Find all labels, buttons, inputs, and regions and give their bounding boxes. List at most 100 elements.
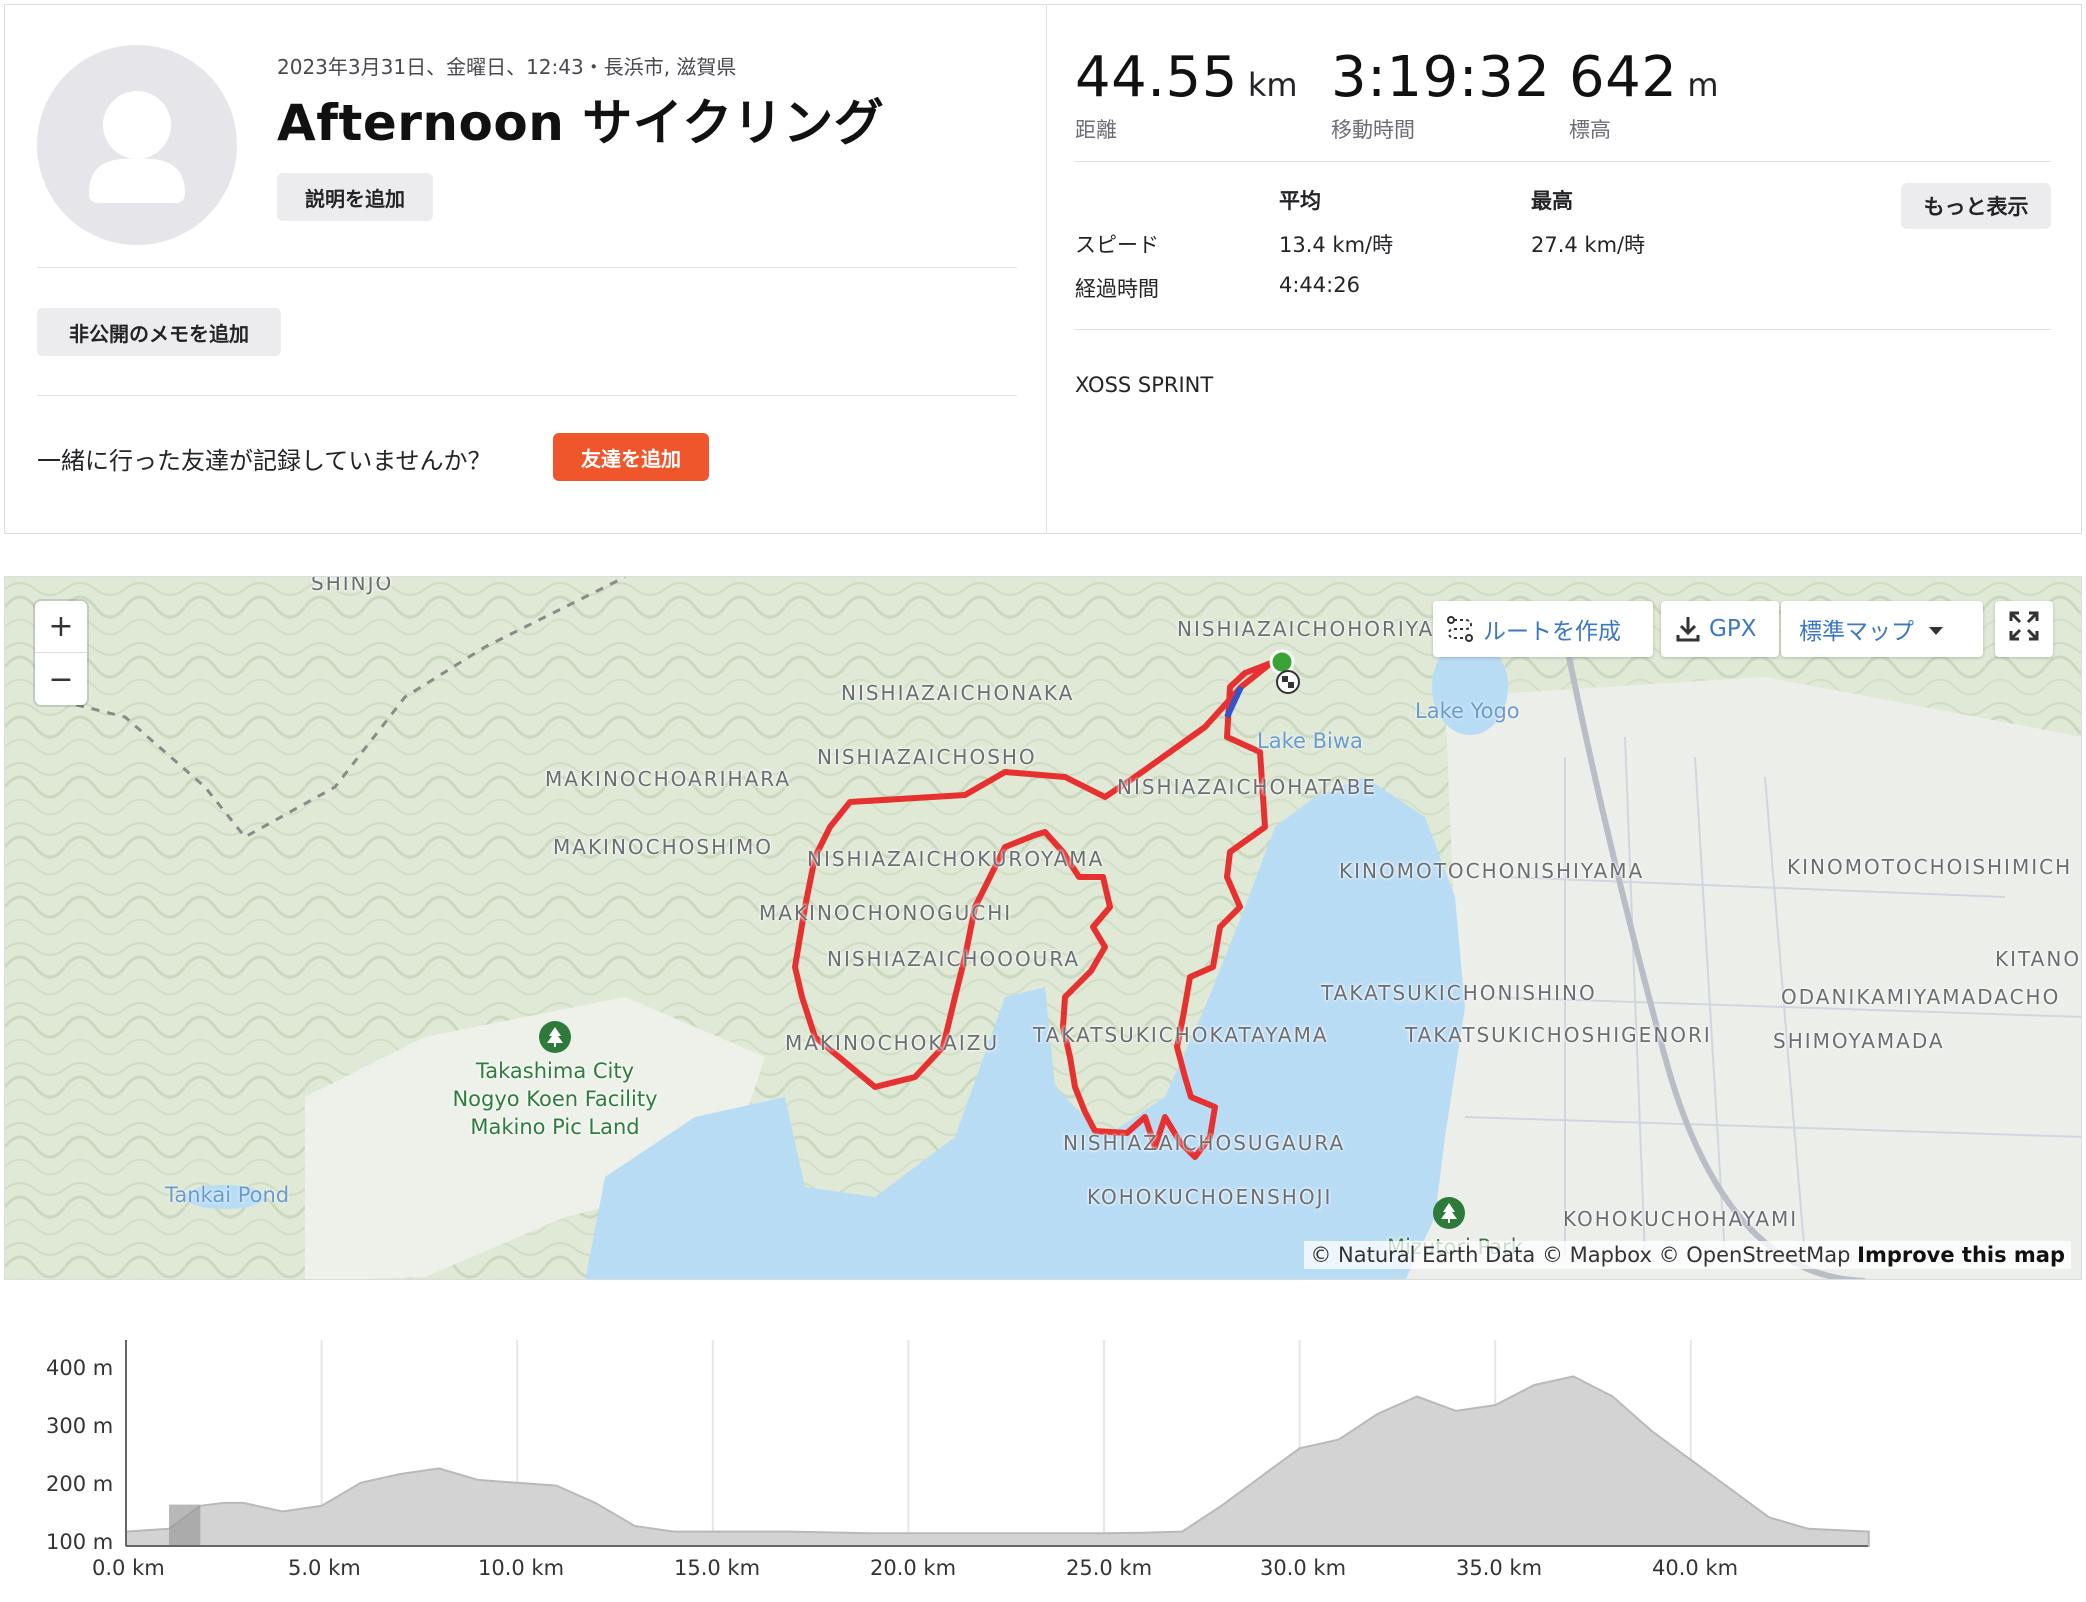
map-label: NISHIAZAICHOSHO xyxy=(817,745,1037,769)
map-attribution: © Natural Earth Data © Mapbox © OpenStre… xyxy=(1304,1241,2071,1269)
map-label: NISHIAZAICHONAKA xyxy=(841,681,1075,705)
tree-icon xyxy=(1433,1197,1465,1229)
map-label: TAKATSUKICHOSHIGENORI xyxy=(1405,1023,1712,1047)
zoom-out-button[interactable]: − xyxy=(35,653,87,705)
moving-time-label: 移動時間 xyxy=(1331,118,1415,142)
elevation-stat: 642 m 標高 xyxy=(1569,45,1719,144)
map-label: SHINJO xyxy=(311,576,394,595)
map-label: MAKINOCHOARIHARA xyxy=(545,767,792,791)
elevation-value: 642 xyxy=(1569,45,1678,110)
x-tick-label: 25.0 km xyxy=(1066,1556,1153,1580)
x-tick-label: 20.0 km xyxy=(870,1556,957,1580)
map-label: NISHIAZAICHOKUROYAMA xyxy=(807,847,1105,871)
user-silhouette-icon xyxy=(89,91,185,203)
map-label: NISHIAZAICHOHATABE xyxy=(1117,775,1378,799)
speed-max: 27.4 km/時 xyxy=(1531,233,1646,257)
elevation-unit: m xyxy=(1687,66,1719,104)
create-route-label: ルートを作成 xyxy=(1483,619,1621,645)
show-more-button[interactable]: もっと表示 xyxy=(1901,183,2051,229)
park-label-makino: Takashima City Nogyo Koen Facility Makin… xyxy=(445,1057,665,1141)
gpx-download-button[interactable]: GPX xyxy=(1661,601,1779,657)
x-tick-label: 40.0 km xyxy=(1652,1556,1739,1580)
elevation-area xyxy=(125,1375,1870,1547)
moving-time-value: 3:19:32 xyxy=(1331,45,1551,110)
device-name: XOSS SPRINT xyxy=(1075,373,1214,397)
map-label: MAKINOCHONOGUCHI xyxy=(759,901,1013,925)
divider xyxy=(1075,329,2051,330)
download-icon xyxy=(1675,615,1701,643)
zoom-in-button[interactable]: + xyxy=(35,601,87,653)
x-tick-label: 35.0 km xyxy=(1456,1556,1543,1580)
add-description-button[interactable]: 説明を追加 xyxy=(277,173,433,221)
caret-down-icon xyxy=(1928,616,1944,642)
map-label: NISHIAZAICHOOOURA xyxy=(827,947,1081,971)
water-label: Tankai Pond xyxy=(165,1183,290,1207)
stats-panel: 44.55 km 距離 3:19:32 移動時間 642 m 標高 平均 最高 スピ… xyxy=(1047,5,2081,533)
route-icon xyxy=(1445,614,1475,644)
map-label: KOHOKUCHOENSHOJI xyxy=(1087,1185,1333,1209)
map-type-select[interactable]: 標準マップ xyxy=(1781,601,1983,657)
y-tick-label: 400 m xyxy=(46,1356,114,1380)
tree-icon xyxy=(539,1021,571,1053)
water-label: Lake Biwa xyxy=(1257,729,1363,753)
create-route-button[interactable]: ルートを作成 xyxy=(1433,601,1653,657)
y-tick-label: 300 m xyxy=(46,1414,114,1438)
avatar[interactable] xyxy=(37,45,237,245)
map-label: TAKATSUKICHONISHINO xyxy=(1321,981,1597,1005)
map-label: ODANIKAMIYAMADACHO xyxy=(1781,985,2061,1009)
map-label: MAKINOCHOKAIZU xyxy=(785,1031,1000,1055)
speed-average: 13.4 km/時 xyxy=(1279,233,1394,257)
add-friends-button[interactable]: 友達を追加 xyxy=(553,433,709,481)
map-label: NISHIAZAICHOSUGAURA xyxy=(1063,1131,1346,1155)
fullscreen-icon xyxy=(2008,610,2040,648)
activity-meta: 2023年3月31日、金曜日、12:43・長浜市, 滋賀県 xyxy=(277,55,737,79)
water-label: Lake Yogo xyxy=(1415,699,1520,723)
map-label: KOHOKUCHOHAYAMI xyxy=(1563,1207,1799,1231)
distance-value: 44.55 xyxy=(1075,45,1238,110)
map-label: KINOMOTOCHONISHIYAMA xyxy=(1339,859,1645,883)
divider xyxy=(37,267,1017,268)
elapsed-time-value: 4:44:26 xyxy=(1279,273,1360,297)
improve-map-link[interactable]: Improve this map xyxy=(1857,1243,2065,1267)
minus-icon: − xyxy=(48,661,74,697)
map-type-label: 標準マップ xyxy=(1799,619,1914,645)
attribution-text[interactable]: © Natural Earth Data © Mapbox © OpenStre… xyxy=(1310,1243,1850,1267)
distance-unit: km xyxy=(1247,66,1298,104)
x-tick-label: 30.0 km xyxy=(1260,1556,1347,1580)
map-label: TAKATSUKICHOKATAYAMA xyxy=(1033,1023,1329,1047)
map-label: MAKINOCHOSHIMO xyxy=(553,835,774,859)
distance-stat: 44.55 km 距離 xyxy=(1075,45,1298,144)
moving-time-stat: 3:19:32 移動時間 xyxy=(1331,45,1550,144)
add-private-note-button[interactable]: 非公開のメモを追加 xyxy=(37,308,281,356)
park-label-line: Makino Pic Land xyxy=(470,1115,640,1139)
divider xyxy=(37,395,1017,396)
elevation-label: 標高 xyxy=(1569,118,1611,142)
elapsed-time-label: 経過時間 xyxy=(1075,277,1159,301)
y-tick-label: 100 m xyxy=(46,1530,114,1554)
finish-flag-icon xyxy=(1276,670,1300,694)
map-label: NISHIAZAICHOHORIYA xyxy=(1177,617,1435,641)
x-tick-label: 5.0 km xyxy=(288,1556,361,1580)
park-label-line: Nogyo Koen Facility xyxy=(452,1087,658,1111)
map-label: SHIMOYAMADA xyxy=(1773,1029,1945,1053)
plus-icon: + xyxy=(48,609,74,644)
friends-question: 一緒に行った友達が記録していませんか？ xyxy=(37,447,492,475)
col-header-average: 平均 xyxy=(1279,189,1321,213)
activity-title[interactable]: Afternoon サイクリング xyxy=(277,83,884,155)
fullscreen-button[interactable] xyxy=(1995,601,2053,657)
x-tick-label: 0.0 km xyxy=(92,1556,165,1580)
park-label-line: Takashima City xyxy=(475,1059,635,1083)
elevation-chart-svg xyxy=(125,1340,1870,1547)
divider xyxy=(1075,161,2051,162)
map-label: KITANO xyxy=(1995,947,2082,971)
x-tick-label: 15.0 km xyxy=(674,1556,761,1580)
zoom-control: + − xyxy=(35,601,87,705)
elevation-chart[interactable]: 400 m 300 m 200 m 100 m 0.0 km 5.0 km 10… xyxy=(4,1284,2082,1602)
col-header-max: 最高 xyxy=(1531,189,1573,213)
speed-label: スピード xyxy=(1075,233,1159,257)
y-tick-label: 200 m xyxy=(46,1472,114,1496)
map-label: KINOMOTOCHOISHIMICH xyxy=(1787,855,2073,879)
route-map[interactable]: SHINJO NISHIAZAICHOHORIYA NISHIAZAICHONA… xyxy=(4,576,2082,1280)
gpx-label: GPX xyxy=(1709,616,1757,642)
activity-header-card: 2023年3月31日、金曜日、12:43・長浜市, 滋賀県 Afternoon … xyxy=(4,4,2082,534)
